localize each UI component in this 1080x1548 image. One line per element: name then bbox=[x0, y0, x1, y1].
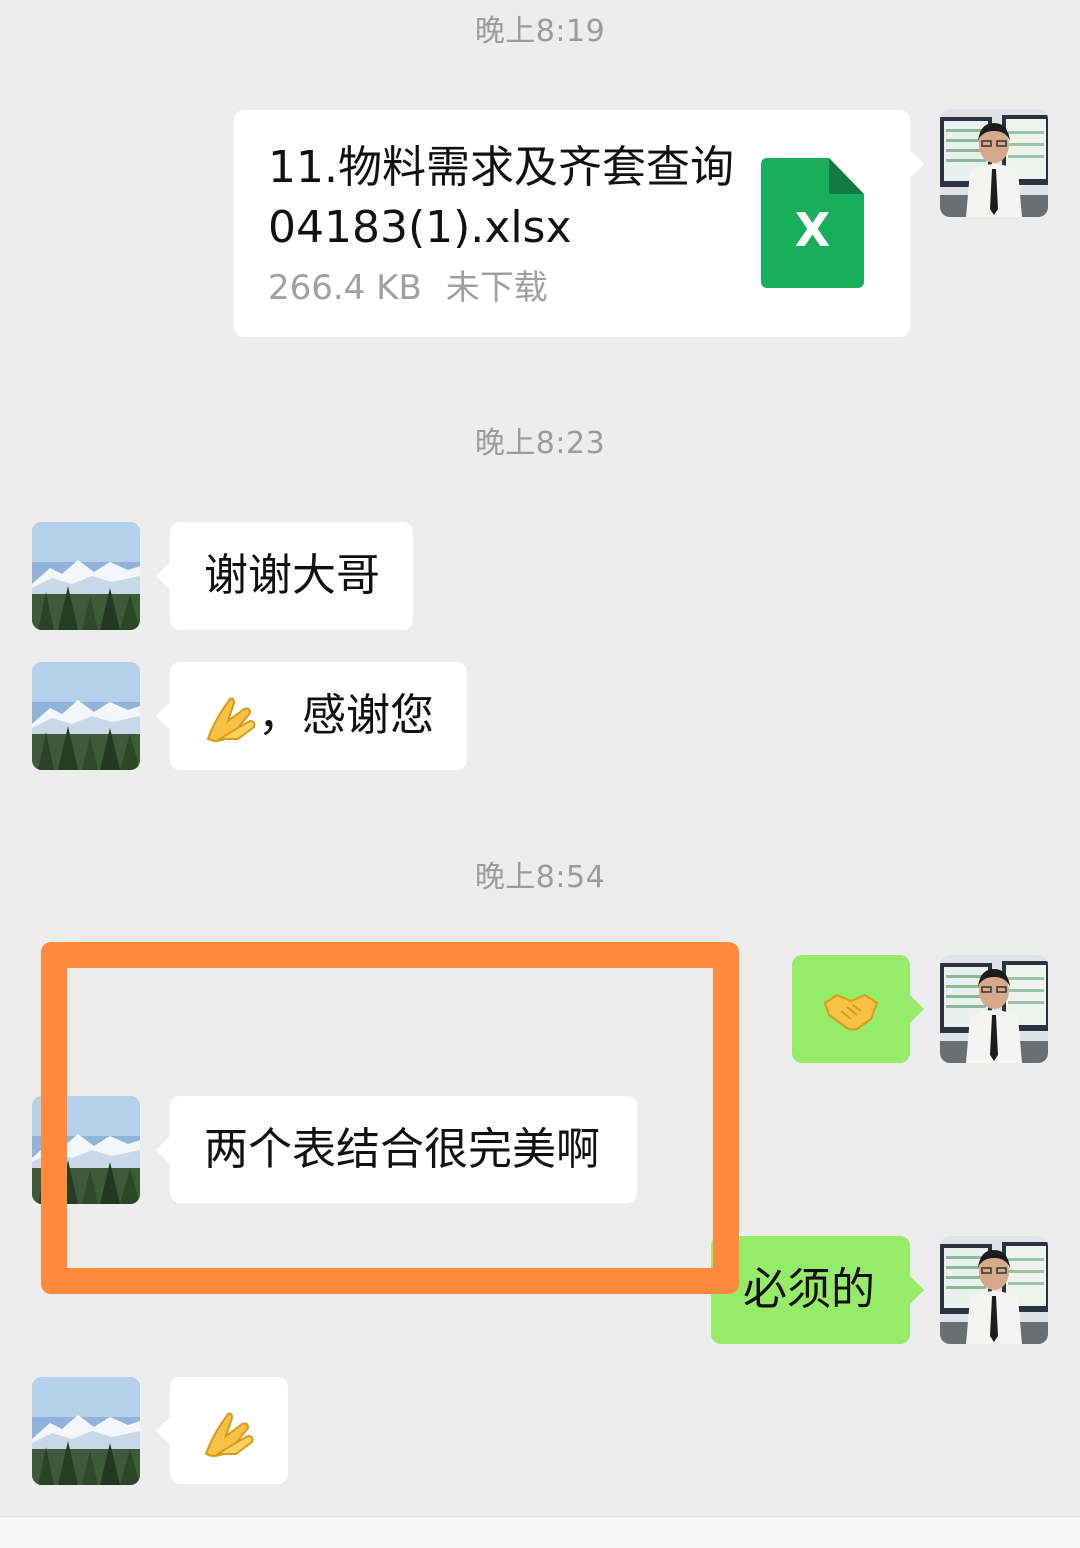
contact-avatar[interactable] bbox=[32, 662, 140, 770]
message-text: 必须的 bbox=[743, 1264, 875, 1315]
highlight-frame bbox=[41, 942, 739, 1294]
message-bubble[interactable] bbox=[156, 1377, 288, 1484]
message-bubble[interactable]: 必须的 bbox=[711, 1236, 924, 1344]
folded-hands-icon bbox=[204, 1412, 254, 1458]
message-text: 谢谢大哥 bbox=[204, 550, 380, 601]
folded-hands-icon bbox=[206, 697, 256, 743]
timestamp: 晚上8:54 bbox=[474, 860, 606, 895]
message-bubble[interactable] bbox=[792, 955, 924, 1063]
file-fold-icon bbox=[829, 158, 864, 194]
timestamp: 晚上8:23 bbox=[474, 426, 606, 461]
file-name: 11.物料需求及齐套查询04183(1).xlsx bbox=[268, 142, 734, 253]
contact-avatar[interactable] bbox=[32, 1377, 140, 1485]
file-size: 266.4 KB bbox=[268, 268, 422, 308]
timestamp: 晚上8:19 bbox=[474, 14, 606, 49]
file-download-status: 未下载 bbox=[445, 268, 548, 308]
contact-avatar[interactable] bbox=[32, 522, 140, 630]
self-avatar[interactable] bbox=[940, 955, 1048, 1063]
message-bubble[interactable]: ，感谢您 bbox=[156, 662, 467, 770]
input-bar[interactable] bbox=[0, 1516, 1080, 1548]
self-avatar[interactable] bbox=[940, 1236, 1048, 1344]
self-avatar[interactable] bbox=[940, 109, 1048, 217]
message-bubble[interactable]: 谢谢大哥 bbox=[156, 522, 413, 630]
file-message[interactable]: 11.物料需求及齐套查询04183(1).xlsx 266.4 KB 未下载 X bbox=[234, 110, 924, 337]
excel-letter: X bbox=[794, 203, 831, 257]
message-text: ，感谢您 bbox=[258, 690, 434, 741]
handshake-icon bbox=[823, 993, 879, 1031]
file-meta: 266.4 KB 未下载 bbox=[268, 260, 548, 316]
